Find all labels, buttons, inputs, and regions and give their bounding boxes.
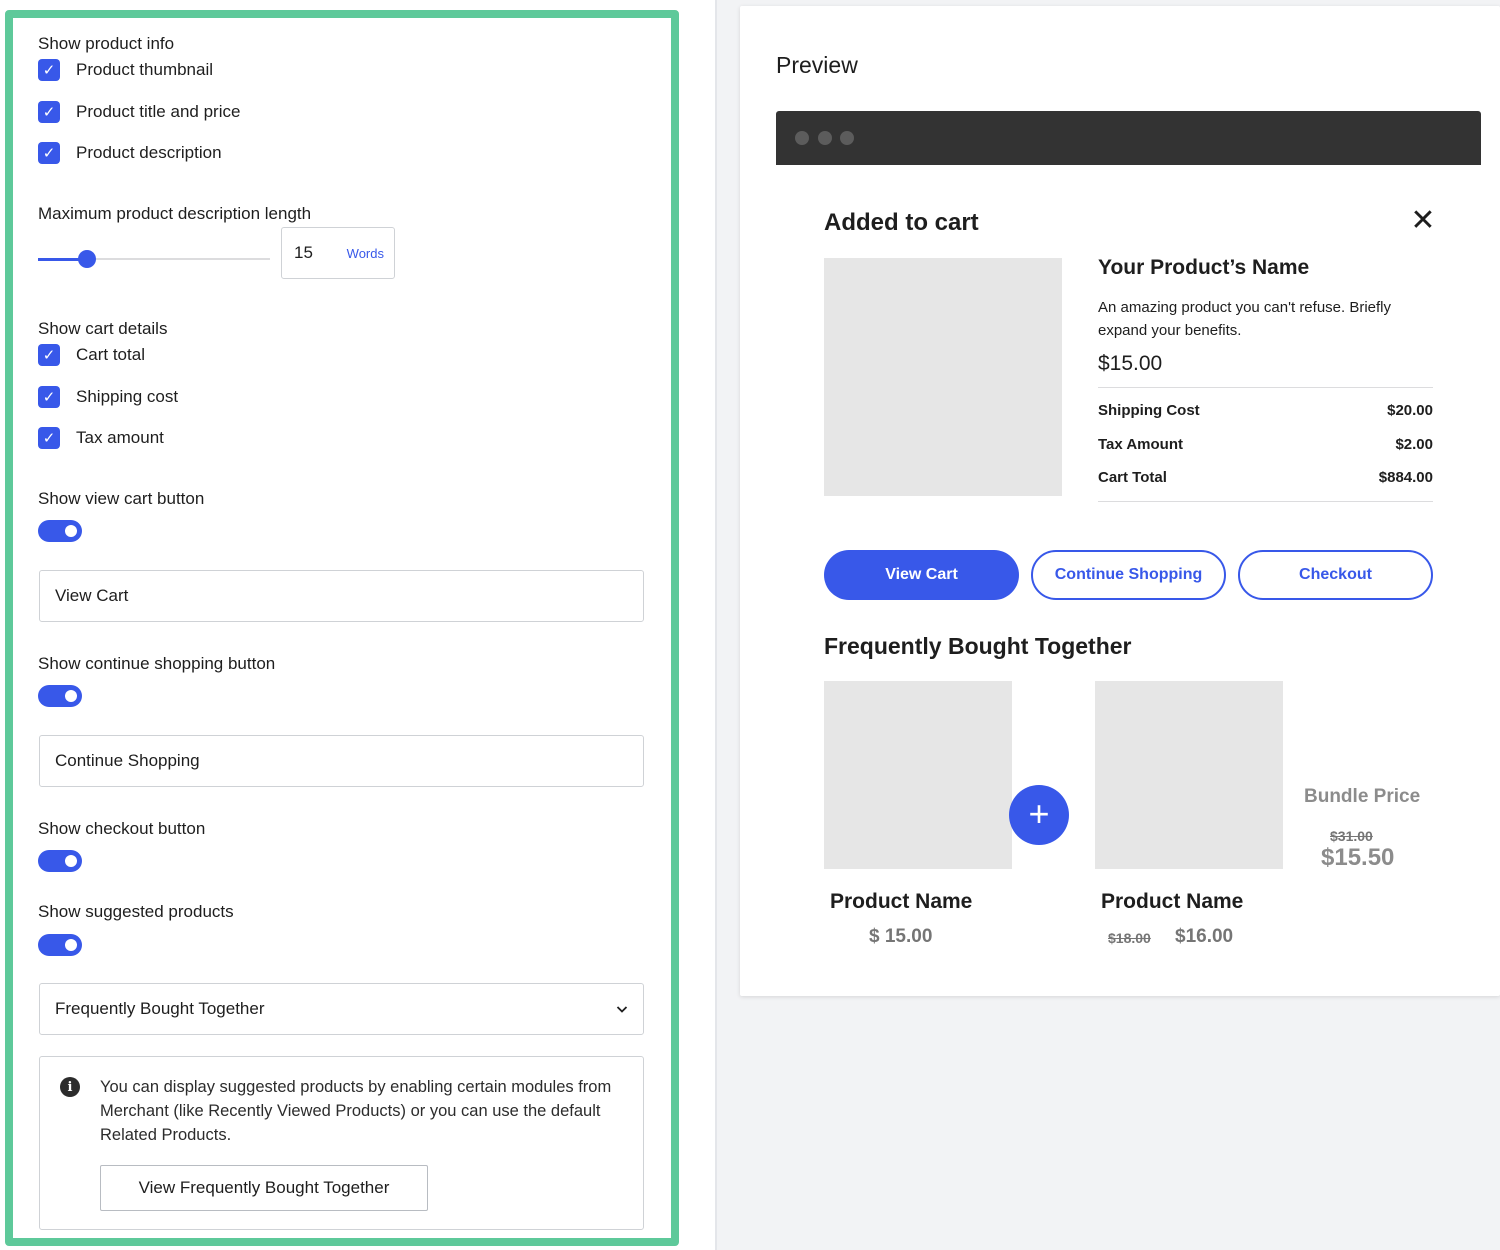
summary-divider [1098,501,1433,502]
checkbox-label: Product title and price [76,102,241,121]
checkbox-label: Cart total [76,345,145,364]
continue-shopping-button[interactable]: Continue Shopping [1031,550,1226,600]
preview-title: Preview [776,52,858,78]
product-image-placeholder [824,258,1062,496]
continue-shopping-toggle[interactable] [38,685,82,707]
panel-divider [715,0,717,1250]
description-length-slider[interactable] [38,250,270,268]
shipping-cost-option[interactable]: ✓ Shipping cost [38,386,178,408]
view-cart-heading: Show view cart button [38,489,205,508]
fbt-title: Frequently Bought Together [824,633,1132,659]
chevron-down-icon [616,1006,628,1013]
bundle-old-price: $31.00 [1330,828,1373,844]
fbt-product-price: $ 15.00 [869,926,933,947]
browser-window-bar [776,111,1481,165]
tax-amount-option[interactable]: ✓ Tax amount [38,427,164,449]
bundle-price: $15.50 [1321,844,1395,871]
cart-total-option[interactable]: ✓ Cart total [38,344,145,366]
suggested-products-heading: Show suggested products [38,902,234,921]
product-thumbnail-option[interactable]: ✓ Product thumbnail [38,59,213,81]
product-title-price-option[interactable]: ✓ Product title and price [38,101,240,123]
view-cart-button[interactable]: View Cart [824,550,1019,600]
summary-value: $20.00 [1387,402,1433,419]
notice-text: You can display suggested products by en… [100,1078,612,1144]
cart-total-row: Cart Total $884.00 [1098,469,1433,486]
toggle-knob [65,525,77,537]
summary-value: $2.00 [1395,436,1433,453]
checkbox-checked-icon[interactable]: ✓ [38,101,60,123]
tax-amount-row: Tax Amount $2.00 [1098,436,1433,453]
checkbox-checked-icon[interactable]: ✓ [38,386,60,408]
checkout-toggle[interactable] [38,850,82,872]
checkbox-label: Product thumbnail [76,60,214,79]
summary-label: Tax Amount [1098,436,1183,453]
summary-value: $884.00 [1378,469,1433,486]
info-icon: i [60,1077,80,1097]
continue-shopping-label-input[interactable]: Continue Shopping [39,735,644,787]
summary-label: Shipping Cost [1098,402,1200,419]
fbt-product-image-placeholder [824,681,1012,869]
select-value: Frequently Bought Together [55,999,265,1018]
checkout-button[interactable]: Checkout [1238,550,1433,600]
product-description-option[interactable]: ✓ Product description [38,142,222,164]
cart-details-heading: Show cart details [38,319,168,338]
fbt-product-image-placeholder [1095,681,1283,869]
description-length-value: 15 [294,243,313,262]
continue-shopping-heading: Show continue shopping button [38,654,276,673]
suggested-products-select[interactable]: Frequently Bought Together [39,983,644,1035]
checkbox-label: Shipping cost [76,387,179,406]
fbt-product-name: Product Name [1101,890,1244,913]
toggle-knob [65,855,77,867]
info-notice: i You can display suggested products by … [39,1056,644,1230]
view-frequently-bought-together-button[interactable]: View Frequently Bought Together [100,1165,428,1211]
summary-divider [1098,387,1433,388]
toggle-knob [65,939,77,951]
checkbox-checked-icon[interactable]: ✓ [38,427,60,449]
modal-title: Added to cart [824,209,979,236]
description-length-input[interactable]: 15 Words [281,227,395,279]
view-cart-toggle[interactable] [38,520,82,542]
settings-panel: Show product info ✓ Product thumbnail ✓ … [5,10,679,1246]
suggested-products-toggle[interactable] [38,934,82,956]
fbt-product-price: $16.00 [1175,926,1234,947]
product-price: $15.00 [1098,352,1163,375]
summary-label: Cart Total [1098,469,1167,486]
product-description: An amazing product you can't refuse. Bri… [1098,299,1392,339]
toggle-knob [65,690,77,702]
bundle-price-label: Bundle Price [1304,786,1421,807]
checkbox-checked-icon[interactable]: ✓ [38,344,60,366]
window-dot-icon [818,131,832,145]
product-info-heading: Show product info [38,34,175,53]
close-icon[interactable]: ✕ [1408,206,1438,236]
checkbox-label: Tax amount [76,428,164,447]
slider-handle[interactable] [77,250,96,268]
window-dot-icon [795,131,809,145]
shipping-cost-row: Shipping Cost $20.00 [1098,402,1433,419]
product-name: Your Product’s Name [1098,256,1310,279]
checkbox-label: Product description [76,143,222,162]
checkbox-checked-icon[interactable]: ✓ [38,59,60,81]
fbt-product-old-price: $18.00 [1108,930,1151,946]
description-length-heading: Maximum product description length [38,204,312,223]
plus-icon: + [1009,785,1069,845]
window-dot-icon [840,131,854,145]
fbt-product-name: Product Name [830,890,973,913]
description-length-unit: Words [346,245,384,261]
checkout-heading: Show checkout button [38,819,206,838]
checkbox-checked-icon[interactable]: ✓ [38,142,60,164]
view-cart-label-input[interactable]: View Cart [39,570,644,622]
